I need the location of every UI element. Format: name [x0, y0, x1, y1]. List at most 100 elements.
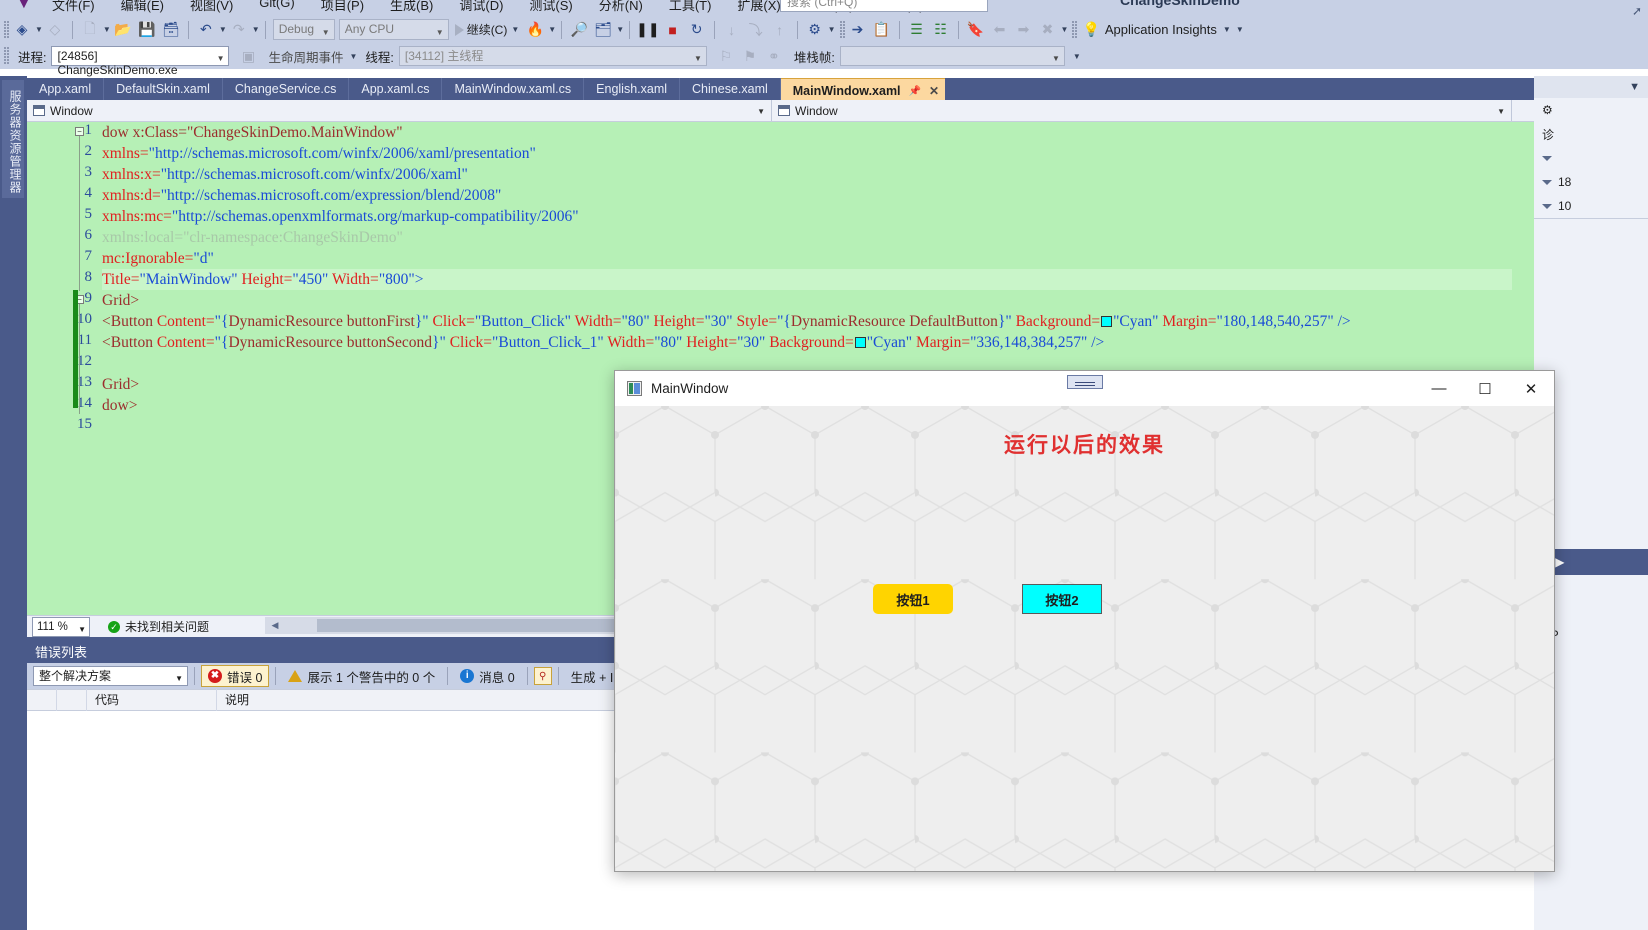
open-file-icon[interactable]: 📂: [112, 19, 134, 41]
menu-item-git[interactable]: Git(G): [259, 0, 294, 14]
menu-item-debug[interactable]: 调试(D): [459, 0, 503, 14]
nav-back-dropdown-icon[interactable]: ▼: [35, 25, 43, 34]
application-insights-button[interactable]: 💡 Application Insights ▼: [1078, 21, 1234, 38]
drag-handle[interactable]: [1067, 375, 1103, 389]
window-layout-icon[interactable]: 🗂: [592, 19, 614, 41]
step-out-icon[interactable]: ↑: [769, 19, 791, 41]
menu-item-view[interactable]: 视图(V): [190, 0, 233, 14]
debugbar-grip[interactable]: [4, 47, 10, 65]
mainwindow-app-window[interactable]: MainWindow — ☐ ✕: [614, 370, 1555, 872]
stackframe-select[interactable]: ▼: [840, 46, 1065, 66]
flag-icon[interactable]: ⚐: [715, 45, 737, 67]
tab-english-xaml[interactable]: English.xaml: [584, 78, 680, 100]
continue-debug-button[interactable]: 继续(C) ▼: [451, 21, 524, 38]
new-project-dropdown-icon[interactable]: ▼: [103, 25, 111, 34]
nav-forward-icon[interactable]: ◇: [44, 19, 66, 41]
menu-item-tools[interactable]: 工具(T): [669, 0, 712, 14]
tab-mainwindow-xaml[interactable]: MainWindow.xaml 📌 ✕: [781, 78, 945, 100]
bookmark-dropdown-icon[interactable]: ▼: [1061, 25, 1069, 34]
comment-icon[interactable]: ☰: [906, 19, 928, 41]
filter-icon[interactable]: ⚲: [534, 667, 552, 685]
messages-filter-button[interactable]: i 消息 0: [454, 665, 520, 687]
hot-reload-icon[interactable]: 🔥: [524, 19, 546, 41]
continue-dropdown-icon[interactable]: ▼: [511, 25, 519, 34]
gear-icon-diagnostics[interactable]: ⚙: [1542, 103, 1553, 117]
save-icon[interactable]: 💾: [136, 19, 158, 41]
intellicode-dropdown-icon[interactable]: ▼: [828, 25, 836, 34]
search-input[interactable]: 搜索 (Ctrl+Q): [780, 0, 988, 12]
menu-item-build[interactable]: 生成(B): [390, 0, 433, 14]
thread-select[interactable]: [34112] 主线程 ▼: [399, 46, 707, 66]
close-icon[interactable]: ✕: [929, 83, 939, 100]
panel-dropdown-icon[interactable]: ▼: [1629, 81, 1640, 93]
nav-back-icon[interactable]: ◈: [11, 19, 33, 41]
lifecycle-dropdown-icon[interactable]: ▼: [350, 52, 358, 61]
tab-defaultskin-xaml[interactable]: DefaultSkin.xaml: [104, 78, 223, 100]
next-arrow-icon[interactable]: ▶: [1555, 555, 1564, 569]
menu-item-test[interactable]: 测试(S): [529, 0, 572, 14]
hot-reload-dropdown-icon[interactable]: ▼: [548, 25, 556, 34]
prev-bookmark-icon[interactable]: ⬅: [989, 19, 1011, 41]
intellicode-icon[interactable]: ⚙: [804, 19, 826, 41]
flag-threads-icon[interactable]: ⚑: [739, 45, 761, 67]
diagnostics-settings-row[interactable]: ⚙: [1534, 98, 1648, 122]
app-button-first[interactable]: 按钮1: [873, 584, 953, 614]
app-insights-dropdown-icon[interactable]: ▼: [1223, 25, 1231, 34]
lifecycle-events-icon[interactable]: ▣: [237, 45, 259, 67]
toolbar-grip-2[interactable]: [840, 21, 846, 39]
close-button[interactable]: ✕: [1508, 371, 1554, 406]
bookmark-icon[interactable]: 🔖: [965, 19, 987, 41]
tab-app-xaml[interactable]: App.xaml: [27, 78, 104, 100]
attach-process-icon[interactable]: 🔎: [568, 19, 590, 41]
pin-icon[interactable]: 📌: [909, 83, 921, 100]
warnings-filter-button[interactable]: 展示 1 个警告中的 0 个: [282, 665, 441, 687]
errors-filter-button[interactable]: ✖ 错误 0: [201, 665, 269, 687]
tab-changeservice-cs[interactable]: ChangeService.cs: [223, 78, 349, 100]
new-project-icon[interactable]: 🗋: [79, 19, 101, 41]
menu-item-analyze[interactable]: 分析(N): [599, 0, 643, 14]
clear-bookmarks-icon[interactable]: ✖: [1037, 19, 1059, 41]
debugbar-overflow-icon[interactable]: ▼: [1073, 52, 1081, 61]
tab-chinese-xaml[interactable]: Chinese.xaml: [680, 78, 781, 100]
mainwindow-title-bar[interactable]: MainWindow — ☐ ✕: [615, 371, 1554, 406]
window-layout-dropdown-icon[interactable]: ▼: [616, 25, 624, 34]
step-over-icon[interactable]: ⤵: [745, 19, 767, 41]
collapse-triangle-icon-2[interactable]: [1542, 180, 1552, 185]
error-col-icon[interactable]: [27, 689, 57, 711]
stop-icon[interactable]: ■: [662, 19, 684, 41]
collapse-triangle-icon[interactable]: [1542, 156, 1552, 161]
process-select[interactable]: [24856] ChangeSkinDemo.exe ▼: [51, 46, 229, 66]
menu-item-project[interactable]: 项目(P): [321, 0, 364, 14]
menu-item-extensions[interactable]: 扩展(X): [737, 0, 780, 14]
step-into-icon[interactable]: ↓: [721, 19, 743, 41]
pointer-select-icon[interactable]: ➔: [847, 19, 869, 41]
restart-icon[interactable]: ↻: [686, 19, 708, 41]
fold-toggle-root[interactable]: −: [75, 127, 84, 136]
pause-icon[interactable]: ❚❚: [636, 19, 659, 41]
error-col-code[interactable]: 代码: [87, 689, 217, 711]
menu-item-edit[interactable]: 编辑(E): [121, 0, 164, 14]
uncomment-icon[interactable]: ☷: [930, 19, 952, 41]
redo-dropdown-icon[interactable]: ▼: [252, 25, 260, 34]
zoom-level-select[interactable]: 111 % ▼: [32, 617, 90, 637]
tab-mainwindow-xaml-cs[interactable]: MainWindow.xaml.cs: [442, 78, 584, 100]
toolbar-grip[interactable]: [4, 21, 10, 39]
app-button-second[interactable]: 按钮2: [1022, 584, 1102, 614]
save-all-icon[interactable]: 🗃: [160, 19, 182, 41]
undo-dropdown-icon[interactable]: ▼: [219, 25, 227, 34]
toolbar-overflow-icon[interactable]: ▼: [1236, 25, 1244, 34]
error-col-blank[interactable]: [57, 689, 87, 711]
solution-configuration-select[interactable]: Debug ▼: [273, 19, 335, 40]
solution-platform-select[interactable]: Any CPU ▼: [339, 19, 449, 40]
redo-icon[interactable]: ↷: [228, 19, 250, 41]
minimize-button[interactable]: —: [1416, 371, 1462, 406]
collapse-triangle-icon-3[interactable]: [1542, 204, 1552, 209]
scroll-left-icon[interactable]: ◀: [267, 617, 283, 634]
indent-block-icon[interactable]: 📋: [871, 19, 893, 41]
navigation-scope-right-select[interactable]: Window ▼: [772, 100, 1512, 121]
sidebar-item-server-explorer[interactable]: 服务器资源管理器: [2, 80, 24, 198]
error-scope-select[interactable]: 整个解决方案 ▼: [33, 666, 188, 686]
navigation-scope-left-select[interactable]: Window ▼: [27, 100, 772, 121]
next-bookmark-icon[interactable]: ➡: [1013, 19, 1035, 41]
undo-icon[interactable]: ↶: [195, 19, 217, 41]
